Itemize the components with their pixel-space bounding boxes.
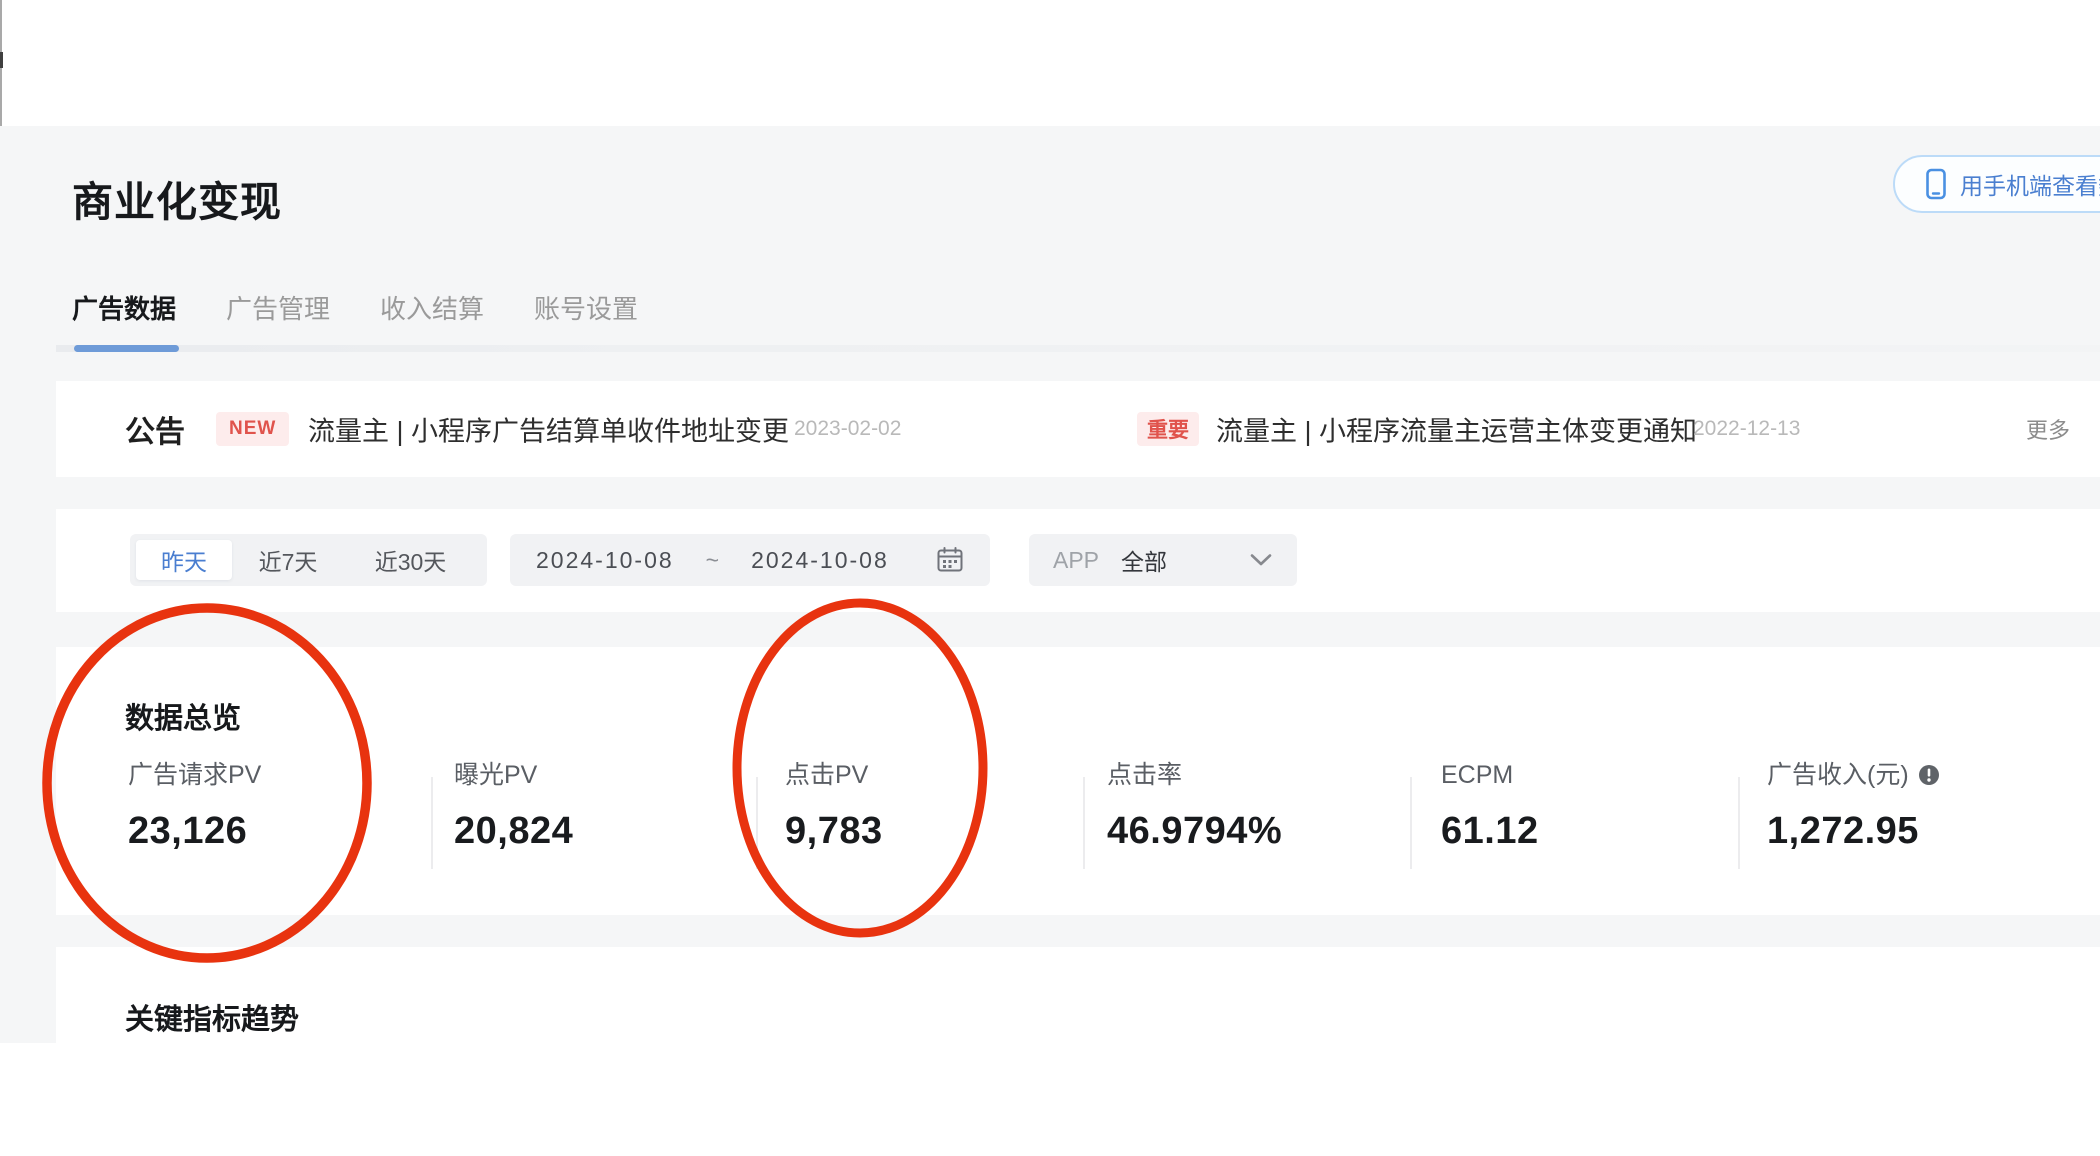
metric-value: 1,272.95 <box>1767 810 1919 852</box>
metric-label: 广告收入(元) <box>1767 761 1909 789</box>
metric-divider <box>756 777 758 869</box>
date-range-separator: ~ <box>705 546 720 573</box>
date-range-segmented-control: 昨天 近7天 近30天 <box>130 534 487 586</box>
metric-divider <box>1083 777 1085 869</box>
range-yesterday-button[interactable]: 昨天 <box>136 540 232 580</box>
tab-ad-data[interactable]: 广告数据 <box>72 289 176 326</box>
metric-divider <box>1738 777 1740 869</box>
metric-ad-request-pv: 广告请求PV 23,126 <box>128 761 261 853</box>
view-on-mobile-label: 用手机端查看数据 <box>1960 173 2100 199</box>
active-tab-underline <box>74 345 179 352</box>
data-overview-card: 数据总览 广告请求PV 23,126 曝光PV 20,824 点击PV 9,78… <box>56 647 2100 915</box>
metric-click-pv: 点击PV 9,783 <box>785 761 883 853</box>
metric-value: 46.9794% <box>1107 810 1283 852</box>
metric-divider <box>431 777 433 869</box>
view-on-mobile-button[interactable]: 用手机端查看数据 <box>1893 155 2100 213</box>
metric-ad-revenue: 广告收入(元) 1,272.95 <box>1767 761 1940 853</box>
date-start-value: 2024-10-08 <box>536 546 674 573</box>
announcement-date: 2023-02-02 <box>794 417 902 440</box>
metric-divider <box>1410 777 1412 869</box>
metric-value: 9,783 <box>785 810 883 852</box>
metric-impression-pv: 曝光PV 20,824 <box>454 761 573 853</box>
app-filter-label: APP <box>1053 546 1100 573</box>
date-end-value: 2024-10-08 <box>751 546 889 573</box>
announcement-link[interactable]: 流量主 | 小程序广告结算单收件地址变更 <box>308 410 789 449</box>
page-title: 商业化变现 <box>72 179 282 225</box>
metric-label: 广告请求PV <box>128 761 262 789</box>
metric-click-rate: 点击率 46.9794% <box>1107 761 1282 853</box>
app-filter-select[interactable]: APP 全部 <box>1029 534 1297 586</box>
announcement-date: 2022-12-13 <box>1693 417 1801 440</box>
announcement-heading: 公告 <box>125 416 185 449</box>
info-icon[interactable] <box>1918 764 1940 786</box>
metric-value: 20,824 <box>454 810 574 852</box>
important-badge: 重要 <box>1137 412 1199 446</box>
tab-ad-management[interactable]: 广告管理 <box>226 289 330 326</box>
metric-label: 点击率 <box>1107 761 1183 789</box>
new-badge: NEW <box>216 412 290 446</box>
chevron-down-icon <box>1249 553 1273 567</box>
range-last30days-button[interactable]: 近30天 <box>344 540 477 580</box>
data-overview-heading: 数据总览 <box>125 703 242 735</box>
filter-card: 昨天 近7天 近30天 2024-10-08 ~ 2024-10-08 APP … <box>56 509 2100 612</box>
range-last7days-button[interactable]: 近7天 <box>232 540 344 580</box>
tab-revenue-settlement[interactable]: 收入结算 <box>380 289 484 326</box>
tab-account-settings[interactable]: 账号设置 <box>534 289 638 326</box>
metric-value: 23,126 <box>128 810 248 852</box>
metric-label: ECPM <box>1441 761 1514 789</box>
calendar-icon[interactable] <box>936 546 964 574</box>
announcement-card: 公告 NEW 流量主 | 小程序广告结算单收件地址变更 2023-02-02 重… <box>56 381 2100 477</box>
more-announcements-link[interactable]: 更多 <box>2026 413 2070 445</box>
metric-ecpm: ECPM 61.12 <box>1441 761 1539 853</box>
app-filter-value: 全部 <box>1121 549 1168 575</box>
key-metrics-trend-heading: 关键指标趋势 <box>125 1004 300 1036</box>
tab-bar: 广告数据 广告管理 收入结算 账号设置 <box>72 289 638 326</box>
key-metrics-trend-card: 关键指标趋势 <box>56 947 2100 1043</box>
announcement-link[interactable]: 流量主 | 小程序流量主运营主体变更通知 <box>1216 410 1697 449</box>
metric-value: 61.12 <box>1441 810 1539 852</box>
metric-label: 点击PV <box>785 761 869 789</box>
phone-icon <box>1925 168 1947 200</box>
metric-label: 曝光PV <box>454 761 538 789</box>
tab-track <box>56 345 2100 352</box>
date-range-picker[interactable]: 2024-10-08 ~ 2024-10-08 <box>510 534 990 586</box>
window-edge-notch <box>0 52 3 68</box>
monetization-dashboard: 商业化变现 用手机端查看数据 广告数据 广告管理 收入结算 账号设置 公告 NE… <box>0 0 2100 1156</box>
